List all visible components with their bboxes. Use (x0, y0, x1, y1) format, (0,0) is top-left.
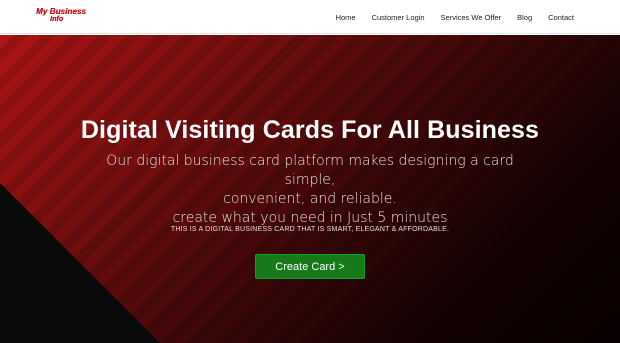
hero-subtitle: Our digital business card platform makes… (80, 152, 540, 228)
hero-section: Digital Visiting Cards For All Business … (0, 35, 620, 343)
nav-blog[interactable]: Blog (517, 13, 532, 22)
nav-contact[interactable]: Contact (548, 13, 574, 22)
hero-subtitle-line: Our digital business card platform makes… (106, 153, 514, 188)
logo-text-line2: Info (50, 16, 64, 23)
create-card-button[interactable]: Create Card > (255, 254, 365, 279)
logo[interactable]: My Business Info (36, 8, 96, 28)
hero-title: Digital Visiting Cards For All Business (80, 116, 540, 144)
nav-customer-login[interactable]: Customer Login (372, 13, 425, 22)
main-nav: Home Customer Login Services We Offer Bl… (336, 0, 574, 34)
nav-home[interactable]: Home (336, 13, 356, 22)
hero-tagline: THIS IS A DIGITAL BUSINESS CARD THAT IS … (170, 226, 450, 233)
logo-text-line1: My Business (36, 7, 87, 16)
hero-subtitle-line: convenient, and reliable. (223, 191, 397, 207)
site-header: My Business Info Home Customer Login Ser… (0, 0, 620, 34)
nav-services[interactable]: Services We Offer (441, 13, 502, 22)
